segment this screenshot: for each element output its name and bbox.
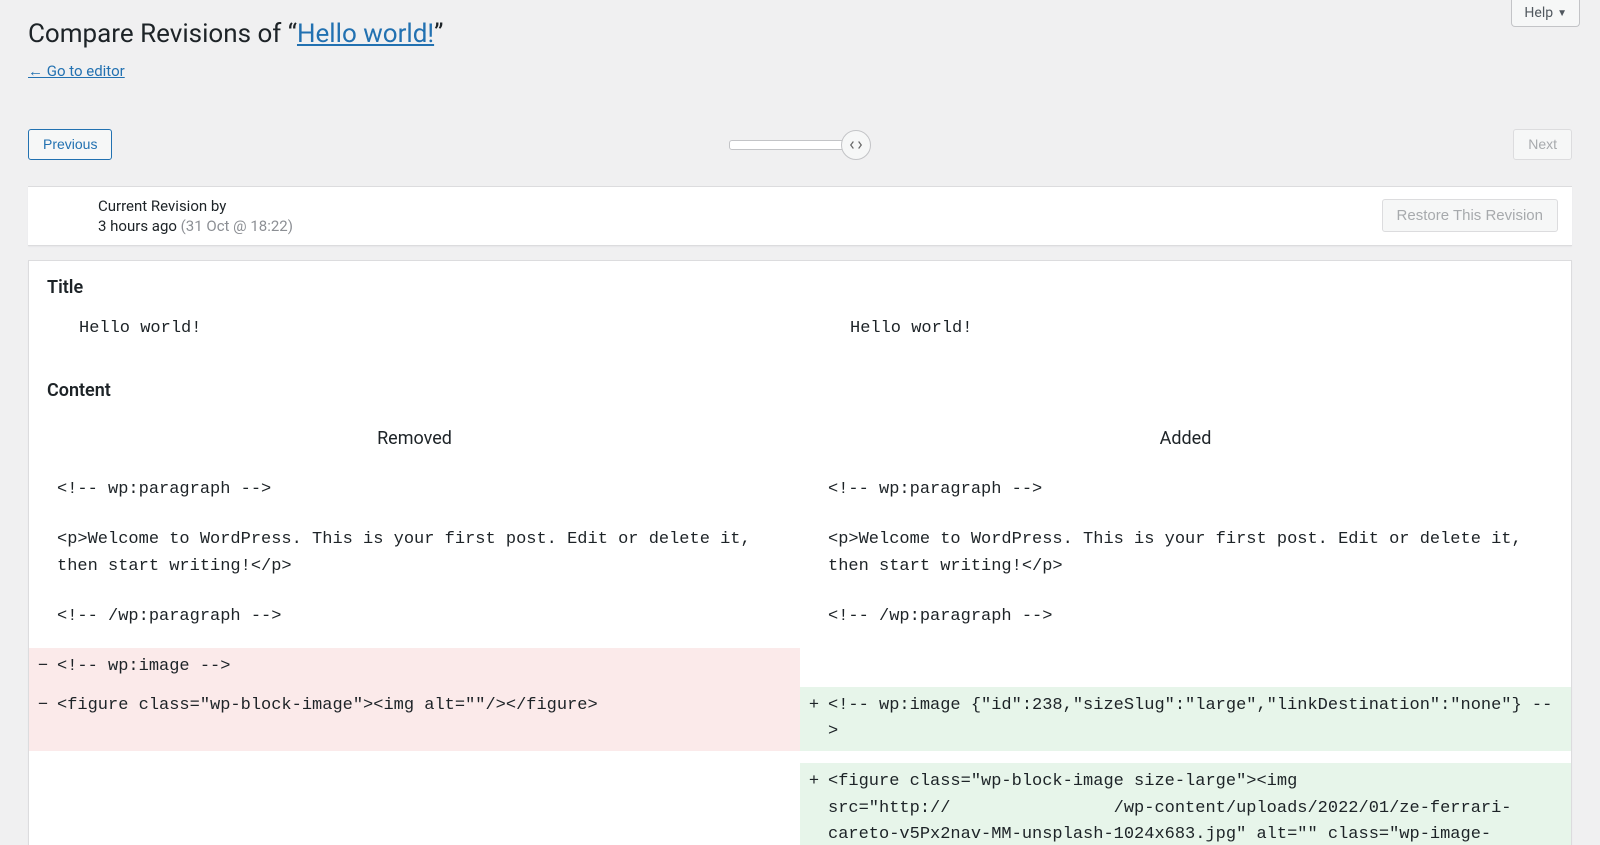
diff-sign: + xyxy=(800,763,828,845)
diff-cell-right: <!-- /wp:paragraph --> xyxy=(828,598,1571,636)
title-diff-table: Hello world! Hello world! xyxy=(29,310,1571,360)
title-suffix: ” xyxy=(434,19,443,49)
diff-cell-left xyxy=(57,763,800,845)
diff-sign xyxy=(800,648,828,686)
section-title-heading: Title xyxy=(29,277,1571,310)
help-tab[interactable]: Help ▼ xyxy=(1511,0,1580,27)
time-line: 3 hours ago (31 Oct @ 18:22) xyxy=(98,217,293,235)
slider-handle[interactable] xyxy=(841,130,871,160)
diff-cell-right: <!-- wp:image {"id":238,"sizeSlug":"larg… xyxy=(828,687,1571,752)
diff-area: Title Hello world! Hello world! Content … xyxy=(28,260,1572,845)
diff-cell-left: <!-- /wp:paragraph --> xyxy=(57,598,800,636)
diff-sign: − xyxy=(29,687,57,752)
slider-track[interactable] xyxy=(729,140,849,150)
author-line: Current Revision by xyxy=(98,197,293,215)
revision-slider[interactable] xyxy=(729,130,871,160)
diff-sign xyxy=(29,471,57,509)
title-left: Hello world! xyxy=(29,310,800,360)
title-prefix: Compare Revisions of “ xyxy=(28,19,297,49)
help-label: Help xyxy=(1524,5,1553,21)
diff-cell-right: <figure class="wp-block-image size-large… xyxy=(828,763,1571,845)
chevron-down-icon: ▼ xyxy=(1557,8,1567,19)
diff-cell-left: <figure class="wp-block-image"><img alt=… xyxy=(57,687,800,752)
next-button: Next xyxy=(1513,129,1572,160)
diff-sign xyxy=(800,471,828,509)
content-diff-table: Removed Added <!-- wp:paragraph --> <!-- … xyxy=(29,413,1571,845)
page-title: Compare Revisions of “Hello world!” xyxy=(28,0,1572,52)
diff-cell-right: <!-- wp:paragraph --> xyxy=(828,471,1571,509)
diff-cell-left: <p>Welcome to WordPress. This is your fi… xyxy=(57,521,800,586)
added-column-header: Added xyxy=(800,413,1571,471)
diff-sign: − xyxy=(29,648,57,686)
slider-grip-icon xyxy=(849,138,863,152)
diff-cell-left: <!-- wp:image --> xyxy=(57,648,800,686)
revision-meta-bar: Current Revision by 3 hours ago (31 Oct … xyxy=(28,186,1572,246)
diff-sign xyxy=(800,521,828,586)
diff-cell-left: <!-- wp:paragraph --> xyxy=(57,471,800,509)
section-content-heading: Content xyxy=(29,360,1571,413)
diff-cell-right xyxy=(828,648,1571,686)
time-ago: 3 hours ago xyxy=(98,217,177,235)
removed-column-header: Removed xyxy=(29,413,800,471)
revisions-controls: Previous Next xyxy=(28,126,1572,164)
previous-button[interactable]: Previous xyxy=(28,129,112,160)
diff-cell-right: <p>Welcome to WordPress. This is your fi… xyxy=(828,521,1571,586)
diff-sign: + xyxy=(800,687,828,752)
revision-meta: Current Revision by 3 hours ago (31 Oct … xyxy=(98,197,293,235)
post-title-link[interactable]: Hello world! xyxy=(297,19,434,49)
diff-sign xyxy=(29,763,57,845)
diff-sign xyxy=(800,598,828,636)
title-right: Hello world! xyxy=(800,310,1571,360)
restore-revision-button: Restore This Revision xyxy=(1382,199,1558,232)
diff-sign xyxy=(29,598,57,636)
timestamp: (31 Oct @ 18:22) xyxy=(181,217,293,235)
back-to-editor-link[interactable]: ← Go to editor xyxy=(28,62,125,80)
diff-sign xyxy=(29,521,57,586)
